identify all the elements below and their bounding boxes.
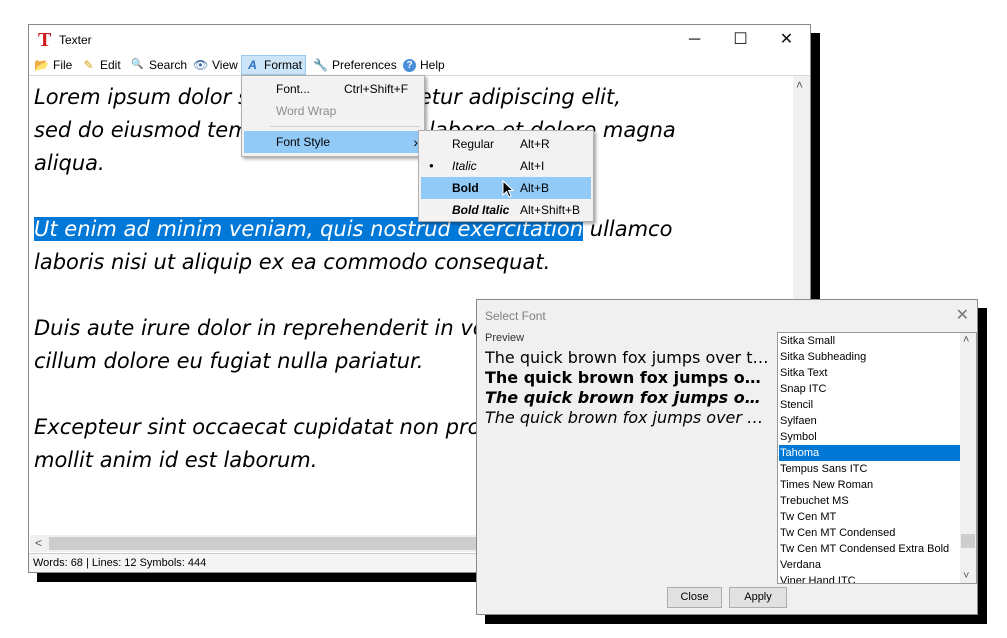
menu-help-label: Help [420,58,445,72]
dialog-close-icon[interactable]: ✕ [956,305,969,325]
editor-line: mollit anim id est laborum. [34,448,318,472]
format-menu: Font... Ctrl+Shift+F Word Wrap Font Styl… [241,75,425,157]
font-list-item[interactable]: Times New Roman [779,477,960,493]
editor-text: ullamco [583,217,673,241]
help-icon: ? [403,58,416,72]
title-bar: T Texter ─ ☐ ✕ [29,25,810,55]
editor-line: cillum dolore eu fugiat nulla pariatur. [34,349,424,373]
menu-item-italic-label: Italic [452,159,477,173]
font-list-scroll-thumb[interactable] [961,534,975,548]
menu-item-regular-label: Regular [452,137,495,151]
font-list-item[interactable]: Tw Cen MT [779,509,960,525]
scroll-left-icon[interactable]: < [35,536,42,550]
menu-view-label: View [212,58,238,72]
font-list-item[interactable]: Sylfaen [779,413,960,429]
menu-item-font[interactable]: Font... Ctrl+Shift+F [244,78,422,100]
menu-format[interactable]: A Format [241,55,307,75]
scroll-up-icon[interactable]: ˄ [963,334,969,346]
font-list-item[interactable]: Sitka Subheading [779,349,960,365]
menu-item-regular[interactable]: Regular Alt+R [421,133,591,155]
font-list-item[interactable]: Sitka Small [779,333,960,349]
menu-separator [270,126,420,127]
eye-icon: 👁 [193,58,209,72]
dialog-title: Select Font [485,309,546,323]
font-list-item[interactable]: Snap ITC [779,381,960,397]
magnifier-icon: 🔍 [131,59,144,70]
font-list-item-selected[interactable]: Tahoma [779,445,960,461]
menu-bar: 📂 File ✎ Edit 🔍 Search 👁 View A Format 🔧… [29,55,810,76]
menu-preferences[interactable]: 🔧 Preferences [310,56,400,74]
select-font-dialog: Select Font ✕ Preview The quick brown fo… [476,299,978,615]
font-list-item[interactable]: Sitka Text [779,365,960,381]
menu-item-italic-shortcut: Alt+I [520,159,545,173]
apply-button[interactable]: Apply [729,587,787,608]
font-list-item[interactable]: Tw Cen MT Condensed [779,525,960,541]
menu-file-label: File [53,58,73,72]
menu-preferences-label: Preferences [332,58,397,72]
font-list-item[interactable]: Viner Hand ITC [779,573,960,583]
pencil-icon: ✎ [83,58,94,72]
format-icon: A [248,58,257,72]
scroll-down-icon[interactable]: ˅ [963,570,969,582]
menu-edit-label: Edit [100,58,121,72]
font-list-item[interactable]: Tempus Sans ITC [779,461,960,477]
menu-view[interactable]: 👁 View [190,56,241,74]
menu-item-italic[interactable]: ● Italic Alt+I [421,155,591,177]
mouse-cursor-icon [502,180,514,198]
menu-item-bold-italic[interactable]: Bold Italic Alt+Shift+B [421,199,591,221]
menu-item-word-wrap[interactable]: Word Wrap [244,100,422,122]
scroll-up-icon[interactable]: ˄ [796,78,803,92]
editor-line: laboris nisi ut aliquip ex ea commodo co… [34,250,551,274]
menu-item-bold-italic-label: Bold Italic [452,203,510,217]
menu-item-regular-shortcut: Alt+R [520,137,550,151]
menu-item-font-label: Font... [276,82,311,96]
menu-file[interactable]: 📂 File [31,56,75,74]
font-style-submenu: Regular Alt+R ● Italic Alt+I Bold Alt+B … [418,130,594,222]
font-list-item[interactable]: Verdana [779,557,960,573]
font-list-item[interactable]: Stencil [779,397,960,413]
menu-item-bold-shortcut: Alt+B [520,181,550,195]
menu-item-bold-italic-shortcut: Alt+Shift+B [520,203,581,217]
close-dialog-button[interactable]: Close [667,587,722,608]
menu-item-bold-label: Bold [452,181,479,195]
menu-search[interactable]: 🔍 Search [127,56,190,74]
preview-bold-italic: The quick brown fox jumps over the lazy … [485,388,769,407]
font-list-item[interactable]: Trebuchet MS [779,493,960,509]
folder-icon: 📂 [34,58,49,72]
wrench-icon: 🔧 [313,58,328,72]
maximize-button[interactable]: ☐ [718,25,763,55]
close-button[interactable]: ✕ [764,25,809,55]
checked-bullet-icon: ● [429,161,434,170]
menu-item-font-style-label: Font Style [276,135,331,149]
font-list[interactable]: Sitka Small Sitka Subheading Sitka Text … [777,332,977,584]
preview-regular: The quick brown fox jumps over the lazy … [485,348,769,367]
font-list-item[interactable]: Symbol [779,429,960,445]
menu-format-label: Format [264,58,303,72]
minimize-button[interactable]: ─ [672,25,717,55]
menu-item-word-wrap-label: Word Wrap [276,104,337,118]
preview-bold: The quick brown fox jumps over the lazy … [485,368,769,387]
editor-line: aliqua. [34,151,105,175]
font-list-item[interactable]: Tw Cen MT Condensed Extra Bold [779,541,960,557]
menu-item-font-style[interactable]: Font Style › [244,131,422,153]
menu-help[interactable]: ? Help [400,56,448,74]
preview-italic: The quick brown fox jumps over the lazy … [485,408,769,427]
texter-app-icon: T [38,29,52,51]
menu-search-label: Search [149,58,188,72]
menu-item-font-shortcut: Ctrl+Shift+F [344,82,409,96]
window-title: Texter [59,33,92,47]
menu-edit[interactable]: ✎ Edit [78,56,124,74]
font-list-scrollbar[interactable]: ˄ ˅ [960,333,976,583]
preview-label: Preview [485,332,525,344]
